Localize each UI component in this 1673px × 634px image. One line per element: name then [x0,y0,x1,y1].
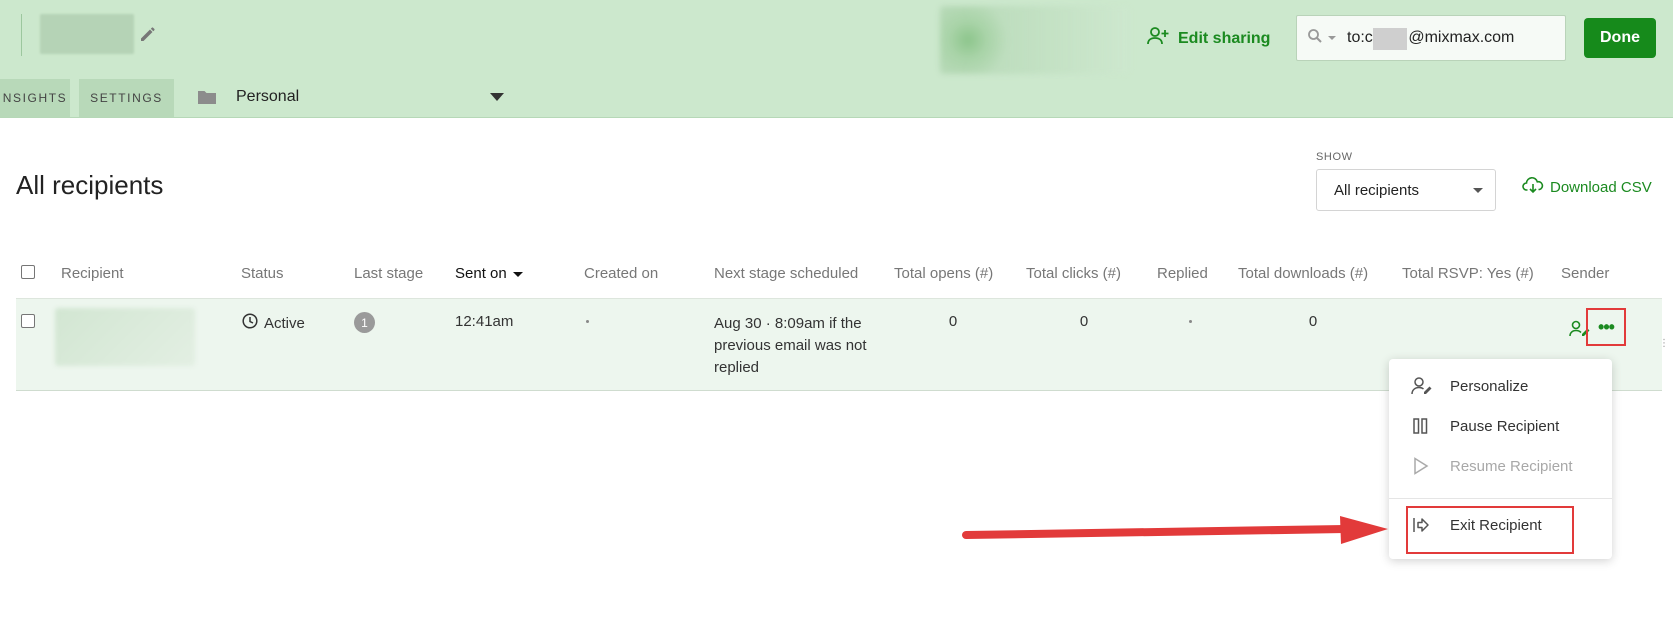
column-header-sent-on[interactable]: Sent on [455,265,523,282]
more-dots-icon: ••• [1598,317,1615,337]
next-stage-value: Aug 30 · 8:09am if the previous email wa… [714,315,867,376]
column-header-sent-on-label: Sent on [455,265,507,282]
total-opens-value: 0 [948,313,958,330]
red-pointer-arrow-icon [962,516,1388,544]
show-filter-value: All recipients [1334,181,1420,199]
menu-item-label: Personalize [1450,377,1529,395]
search-filter-toggle[interactable] [1297,16,1347,60]
cloud-download-icon [1522,176,1544,198]
replied-empty [1189,320,1192,323]
sequence-title-redacted[interactable] [40,14,134,54]
show-filter-select[interactable]: All recipients [1316,169,1496,211]
tab-insights[interactable]: NSIGHTS [0,79,70,117]
more-actions-button[interactable]: ••• [1586,308,1626,346]
top-header: Edit sharing Done NSIGHTS SETTINGS Perso… [0,0,1673,118]
pause-icon [1411,416,1431,436]
page-title: All recipients [16,170,164,200]
done-button[interactable]: Done [1584,18,1656,58]
column-header-total-downloads[interactable]: Total downloads (#) [1238,265,1368,282]
menu-item-personalize[interactable]: Personalize [1389,366,1612,406]
chevron-down-icon [1327,29,1337,47]
menu-item-pause-recipient[interactable]: Pause Recipient [1389,406,1612,446]
sent-on-value: 12:41am [455,313,514,330]
user-avatar-redacted [940,6,1130,74]
row-overflow-icon: ⋮ [1659,338,1669,349]
menu-item-label: Pause Recipient [1450,417,1560,435]
menu-item-label: Resume Recipient [1450,457,1573,475]
play-icon [1411,456,1431,476]
person-add-icon [1146,26,1170,51]
column-header-status[interactable]: Status [241,265,284,282]
search-box[interactable] [1296,15,1566,61]
sort-desc-icon [512,271,523,277]
menu-divider [1389,498,1612,499]
chevron-down-icon [1473,188,1483,193]
edit-sharing-button[interactable]: Edit sharing [1146,26,1270,51]
person-edit-icon [1411,376,1432,396]
last-stage-badge: 1 [354,312,375,333]
header-divider [21,14,22,56]
row-checkbox[interactable] [21,314,35,328]
column-header-sender[interactable]: Sender [1561,265,1609,282]
menu-item-resume-recipient: Resume Recipient [1389,446,1612,486]
folder-icon [197,89,217,110]
pencil-icon[interactable] [138,24,158,44]
status-text: Active [264,314,305,332]
column-header-total-opens[interactable]: Total opens (#) [894,265,993,282]
recipient-redacted[interactable] [55,308,195,366]
exit-recipient-highlight-box [1406,506,1574,554]
created-on-empty [586,320,589,323]
status-cell: Active [242,313,305,333]
show-filter-label: SHOW [1316,151,1353,163]
search-redaction [1373,28,1407,50]
select-all-checkbox[interactable] [21,265,35,279]
column-header-total-clicks[interactable]: Total clicks (#) [1026,265,1121,282]
tab-settings[interactable]: SETTINGS [79,79,174,117]
column-header-replied[interactable]: Replied [1157,265,1208,282]
folder-dropdown-caret-icon[interactable] [490,93,504,101]
download-csv-button[interactable]: Download CSV [1522,176,1652,198]
search-icon [1307,28,1323,49]
column-header-created-on[interactable]: Created on [584,265,658,282]
folder-select-label[interactable]: Personal [236,88,299,106]
column-header-last-stage[interactable]: Last stage [354,265,423,282]
column-header-recipient[interactable]: Recipient [61,265,124,282]
clock-icon [242,313,258,333]
column-header-total-rsvp[interactable]: Total RSVP: Yes (#) [1402,265,1534,282]
download-csv-label: Download CSV [1550,178,1652,196]
column-header-next-stage[interactable]: Next stage scheduled [714,265,858,282]
edit-sharing-label: Edit sharing [1178,29,1271,47]
total-downloads-value: 0 [1308,313,1318,330]
total-clicks-value: 0 [1079,313,1089,330]
